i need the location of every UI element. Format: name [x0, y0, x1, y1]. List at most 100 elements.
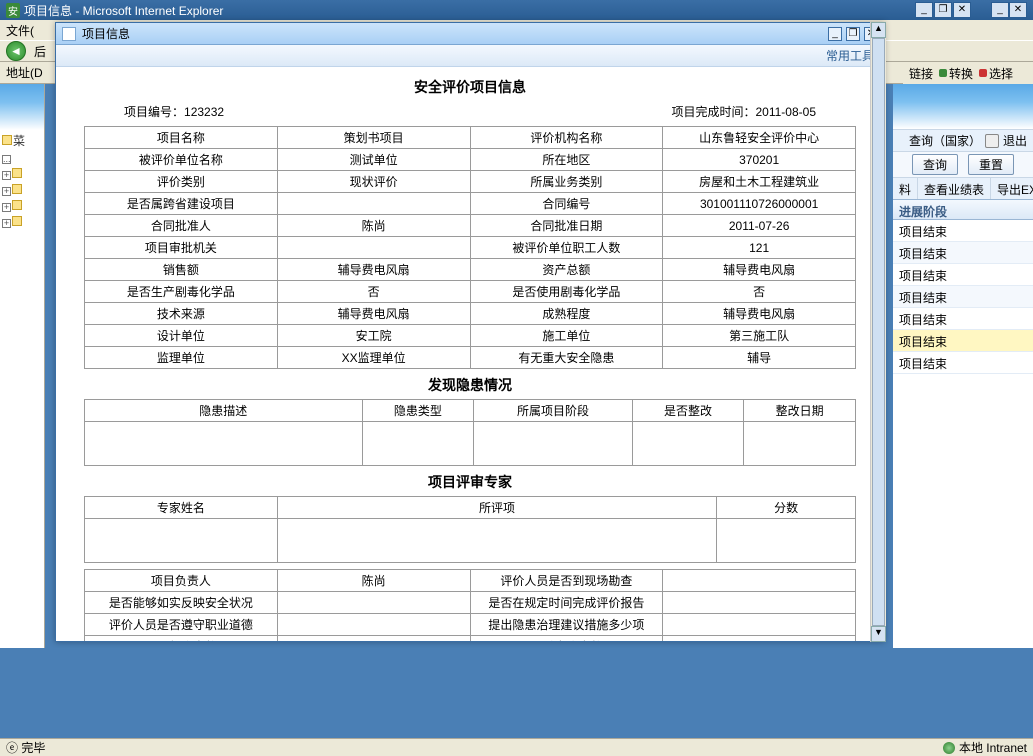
tab-row: 料 查看业绩表 导出EXCEL	[893, 178, 1033, 200]
reset-button[interactable]: 重置	[968, 154, 1014, 175]
link-xuanze[interactable]: 选择	[979, 65, 1013, 82]
field-value: 山东鲁轻安全评价中心	[663, 127, 856, 149]
field-label: 施工单位	[470, 325, 663, 347]
left-tree-panel: 菜 ... + + + +	[0, 84, 45, 738]
ie-titlebar: 安 项目信息 - Microsoft Internet Explorer _ ❐…	[0, 0, 1033, 20]
section-heading-project-info: 安全评价项目信息	[84, 77, 856, 97]
grid-row[interactable]: 项目结束	[893, 308, 1033, 330]
zone-icon	[943, 742, 955, 754]
parent-window-minimize-button[interactable]: _	[991, 2, 1009, 18]
field-value: 2011-07-26	[663, 215, 856, 237]
field-label: 是否使用剧毒化学品	[470, 281, 663, 303]
modal-maximize-button[interactable]: ❐	[846, 27, 860, 41]
common-tools-link[interactable]: 常用工具	[826, 47, 874, 64]
field-value: 测试单位	[277, 149, 470, 171]
field-value	[663, 592, 856, 614]
window-minimize-button[interactable]: _	[915, 2, 933, 18]
field-label: 资产总额	[470, 259, 663, 281]
grid-row[interactable]: 项目结束	[893, 264, 1033, 286]
tree-node[interactable]: +	[2, 199, 42, 213]
field-value	[277, 636, 470, 642]
field-label: 评价机构名称	[470, 127, 663, 149]
project-number: 项目编号：123232	[124, 103, 224, 120]
tree-node[interactable]: +	[2, 183, 42, 197]
field-value: 121	[663, 237, 856, 259]
address-label: 地址(D	[6, 64, 43, 81]
vertical-scrollbar[interactable]: ▲ ▼	[870, 22, 886, 642]
status-bar: ⓔ 完毕 本地 Intranet	[0, 738, 1033, 756]
field-label: 项目审批机关	[85, 237, 278, 259]
window-maximize-button[interactable]: ❐	[934, 2, 952, 18]
field-value: 301001110726000001	[663, 193, 856, 215]
section-heading-hazards: 发现隐患情况	[84, 375, 856, 395]
scroll-up-button[interactable]: ▲	[871, 22, 886, 38]
field-value: 房屋和土木工程建筑业	[663, 171, 856, 193]
field-label: 提出隐患治理建议措施多少项	[470, 614, 663, 636]
col-header: 是否整改	[632, 400, 744, 422]
modal-toolbar: 常用工具	[56, 45, 884, 67]
field-label: 设计单位	[85, 325, 278, 347]
tree-node[interactable]: 菜	[2, 132, 42, 149]
tab-performance[interactable]: 查看业绩表	[918, 178, 991, 199]
modal-minimize-button[interactable]: _	[828, 27, 842, 41]
power-icon[interactable]	[985, 134, 999, 148]
field-value	[663, 636, 856, 642]
logout-label[interactable]: 退出	[1003, 132, 1027, 149]
field-label: 是否在规定时间完成评价报告	[470, 592, 663, 614]
query-country-label: 查询（国家）	[909, 132, 981, 149]
field-value: XX监理单位	[277, 347, 470, 369]
field-value	[277, 237, 470, 259]
select-icon	[979, 69, 987, 77]
field-value	[277, 193, 470, 215]
grid-row[interactable]: 项目结束	[893, 242, 1033, 264]
field-value: 辅导费电风扇	[663, 303, 856, 325]
field-value: 否	[277, 281, 470, 303]
field-label: 技术来源	[85, 303, 278, 325]
col-header: 整改日期	[744, 400, 856, 422]
col-header: 所评项	[277, 497, 716, 519]
field-label: 合同编号	[470, 193, 663, 215]
window-close-button[interactable]: ✕	[953, 2, 971, 18]
query-button[interactable]: 查询	[912, 154, 958, 175]
links-bar: 链接 转换 选择	[903, 62, 1033, 84]
hazards-table: 隐患描述 隐患类型 所属项目阶段 是否整改 整改日期	[84, 399, 856, 466]
col-header: 分数	[717, 497, 856, 519]
grid-row[interactable]: 项目结束	[893, 286, 1033, 308]
field-value: 辅导费电风扇	[277, 259, 470, 281]
col-header: 隐患类型	[362, 400, 474, 422]
project-attributes-table: 项目名称策划书项目评价机构名称山东鲁轻安全评价中心被评价单位名称测试单位所在地区…	[84, 126, 856, 369]
field-label: 合同批准日期	[470, 215, 663, 237]
modal-body[interactable]: 安全评价项目信息 项目编号：123232 项目完成时间：2011-08-05 项…	[56, 67, 884, 641]
grid-row-selected[interactable]: 项目结束	[893, 330, 1033, 352]
ie-title: 项目信息 - Microsoft Internet Explorer	[24, 2, 223, 19]
menu-file[interactable]: 文件(	[6, 22, 34, 38]
status-left: 完毕	[21, 741, 45, 755]
document-icon	[62, 27, 76, 41]
back-button[interactable]: ◄	[6, 41, 26, 61]
link-zhuanhuan[interactable]: 转换	[939, 65, 973, 82]
tree-node[interactable]: +	[2, 215, 42, 229]
tree-node[interactable]: ...	[2, 151, 42, 165]
folder-icon	[12, 168, 22, 178]
field-label: 合同批准人	[85, 215, 278, 237]
field-value: 第三施工队	[663, 325, 856, 347]
field-label: 是否属跨省建设项目	[85, 193, 278, 215]
scroll-thumb[interactable]	[872, 38, 885, 626]
field-label: 项目负责人	[85, 570, 278, 592]
folder-icon	[12, 200, 22, 210]
grid-row[interactable]: 项目结束	[893, 220, 1033, 242]
parent-window-close-button[interactable]: ✕	[1009, 2, 1027, 18]
grid-row[interactable]: 项目结束	[893, 352, 1033, 374]
modal-titlebar: 项目信息 _ ❐ ✕	[56, 23, 884, 45]
field-label: 是否生产剧毒化学品	[85, 281, 278, 303]
tab-material[interactable]: 料	[893, 178, 918, 199]
field-value: 策划书项目	[277, 127, 470, 149]
field-label: 是否能够如实反映安全状况	[85, 592, 278, 614]
tree-node[interactable]: +	[2, 167, 42, 181]
ie-icon: 安	[6, 3, 20, 18]
section-heading-experts: 项目评审专家	[84, 472, 856, 492]
modal-title-text: 项目信息	[82, 25, 130, 42]
field-value	[663, 570, 856, 592]
tab-export-excel[interactable]: 导出EXCEL	[991, 178, 1033, 199]
scroll-down-button[interactable]: ▼	[871, 626, 886, 642]
